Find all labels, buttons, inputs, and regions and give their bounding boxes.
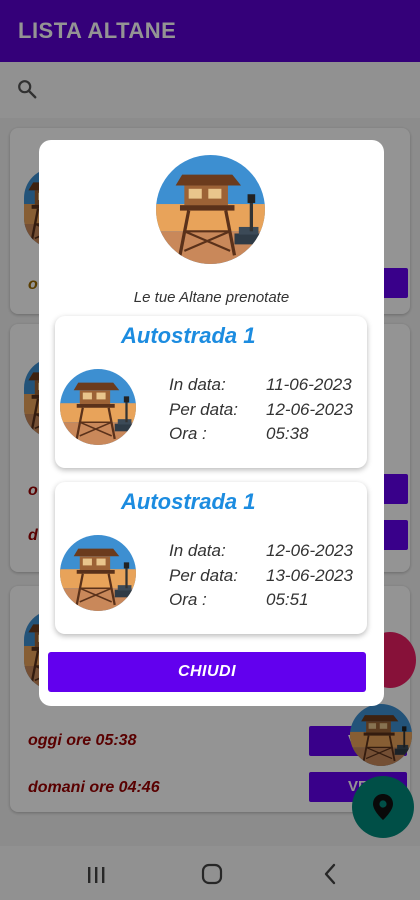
ora-label: Ora : [169, 424, 207, 443]
reservation-title: Autostrada 1 [121, 489, 256, 514]
reservation-title: Autostrada 1 [121, 323, 256, 348]
per-data-label: Per data: [169, 400, 238, 419]
altana-image [156, 155, 265, 264]
reservation-thumbnail [60, 535, 136, 611]
ora-value: 05:51 [266, 590, 309, 609]
ora-label: Ora : [169, 590, 207, 609]
per-data-value: 13-06-2023 [266, 566, 353, 585]
ora-value: 05:38 [266, 424, 309, 443]
reservation-card: Autostrada 1 In data: 11-06-2023 Per dat… [55, 316, 367, 468]
in-data-label: In data: [169, 541, 226, 560]
in-data-value: 11-06-2023 [266, 375, 352, 394]
in-data-label: In data: [169, 375, 226, 394]
per-data-label: Per data: [169, 566, 238, 585]
reservations-dialog: Le tue Altane prenotate Autostrada 1 In … [39, 140, 384, 706]
per-data-value: 12-06-2023 [266, 400, 353, 419]
reservation-thumbnail [60, 369, 136, 445]
reservation-card: Autostrada 1 In data: 12-06-2023 Per dat… [55, 482, 367, 634]
in-data-value: 12-06-2023 [266, 541, 353, 560]
close-button[interactable]: CHIUDI [48, 652, 366, 692]
dialog-subtitle: Le tue Altane prenotate [133, 289, 290, 306]
